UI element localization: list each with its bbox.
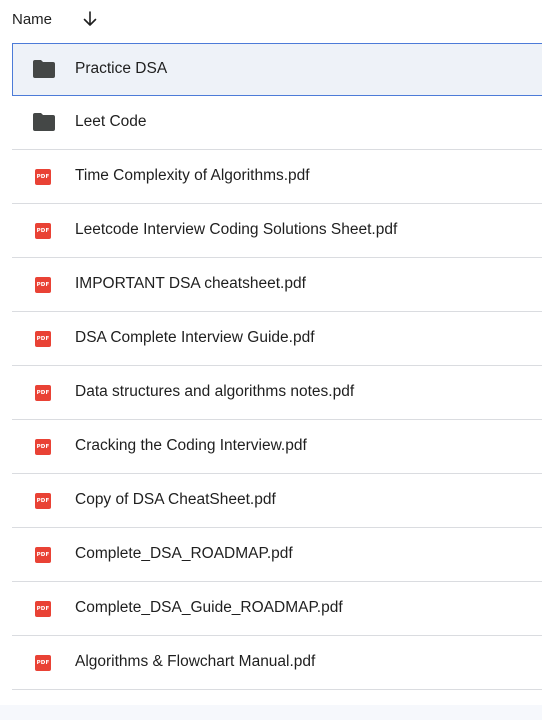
file-name: Data structures and algorithms notes.pdf [75,383,355,400]
file-name: Leet Code [75,113,147,130]
file-name: Practice DSA [75,60,168,77]
file-name: IMPORTANT DSA cheatsheet.pdf [75,275,306,292]
pdf-icon-text: PDF [36,390,50,396]
name-column-header[interactable]: Name [12,11,52,28]
pdf-icon-text: PDF [36,174,50,180]
file-row[interactable]: PDF Complete_DSA_Guide_ROADMAP.pdf [12,582,542,636]
file-row[interactable]: PDF IMPORTANT DSA cheatsheet.pdf [12,258,542,312]
pdf-icon: PDF [35,601,51,617]
footer-strip [0,705,542,720]
pdf-icon-text: PDF [36,282,50,288]
file-row[interactable]: PDF Data structures and algorithms notes.… [12,366,542,420]
file-row[interactable]: PDF DSA Complete Interview Guide.pdf [12,312,542,366]
file-name: Leetcode Interview Coding Solutions Shee… [75,221,398,238]
pdf-icon: PDF [35,385,51,401]
folder-icon [33,60,55,78]
pdf-icon: PDF [35,493,51,509]
file-row[interactable]: PDF Leetcode Interview Coding Solutions S… [12,204,542,258]
pdf-icon-text: PDF [36,336,50,342]
file-row[interactable]: PDF Cracking the Coding Interview.pdf [12,420,542,474]
file-name: DSA Complete Interview Guide.pdf [75,329,315,346]
pdf-icon-text: PDF [36,444,50,450]
folder-row[interactable]: Leet Code [12,96,542,150]
file-name: Complete_DSA_Guide_ROADMAP.pdf [75,599,343,616]
pdf-icon: PDF [35,547,51,563]
file-row[interactable]: PDF Time Complexity of Algorithms.pdf [12,150,542,204]
file-name: Complete_DSA_ROADMAP.pdf [75,545,293,562]
file-row[interactable]: PDF Copy of DSA CheatSheet.pdf [12,474,542,528]
pdf-icon-text: PDF [36,606,50,612]
pdf-icon: PDF [35,223,51,239]
list-header: Name [0,0,542,40]
pdf-icon: PDF [35,655,51,671]
file-name: Copy of DSA CheatSheet.pdf [75,491,276,508]
pdf-icon: PDF [35,277,51,293]
file-row[interactable]: PDF Algorithms & Flowchart Manual.pdf [12,636,542,690]
pdf-icon: PDF [35,169,51,185]
file-name: Cracking the Coding Interview.pdf [75,437,307,454]
pdf-icon-text: PDF [36,552,50,558]
file-name: Algorithms & Flowchart Manual.pdf [75,653,316,670]
folder-row[interactable]: Practice DSA [12,43,542,96]
pdf-icon-text: PDF [36,228,50,234]
pdf-icon: PDF [35,439,51,455]
pdf-icon: PDF [35,331,51,347]
file-list: Practice DSA Leet Code PDF Time Complexity … [12,43,542,690]
file-row[interactable]: PDF Complete_DSA_ROADMAP.pdf [12,528,542,582]
file-browser: Name Practice DSA Leet Code PDF Time Comple… [0,0,542,720]
file-name: Time Complexity of Algorithms.pdf [75,167,310,184]
folder-icon [33,113,55,131]
pdf-icon-text: PDF [36,660,50,666]
pdf-icon-text: PDF [36,498,50,504]
arrow-down-icon[interactable] [80,9,100,29]
